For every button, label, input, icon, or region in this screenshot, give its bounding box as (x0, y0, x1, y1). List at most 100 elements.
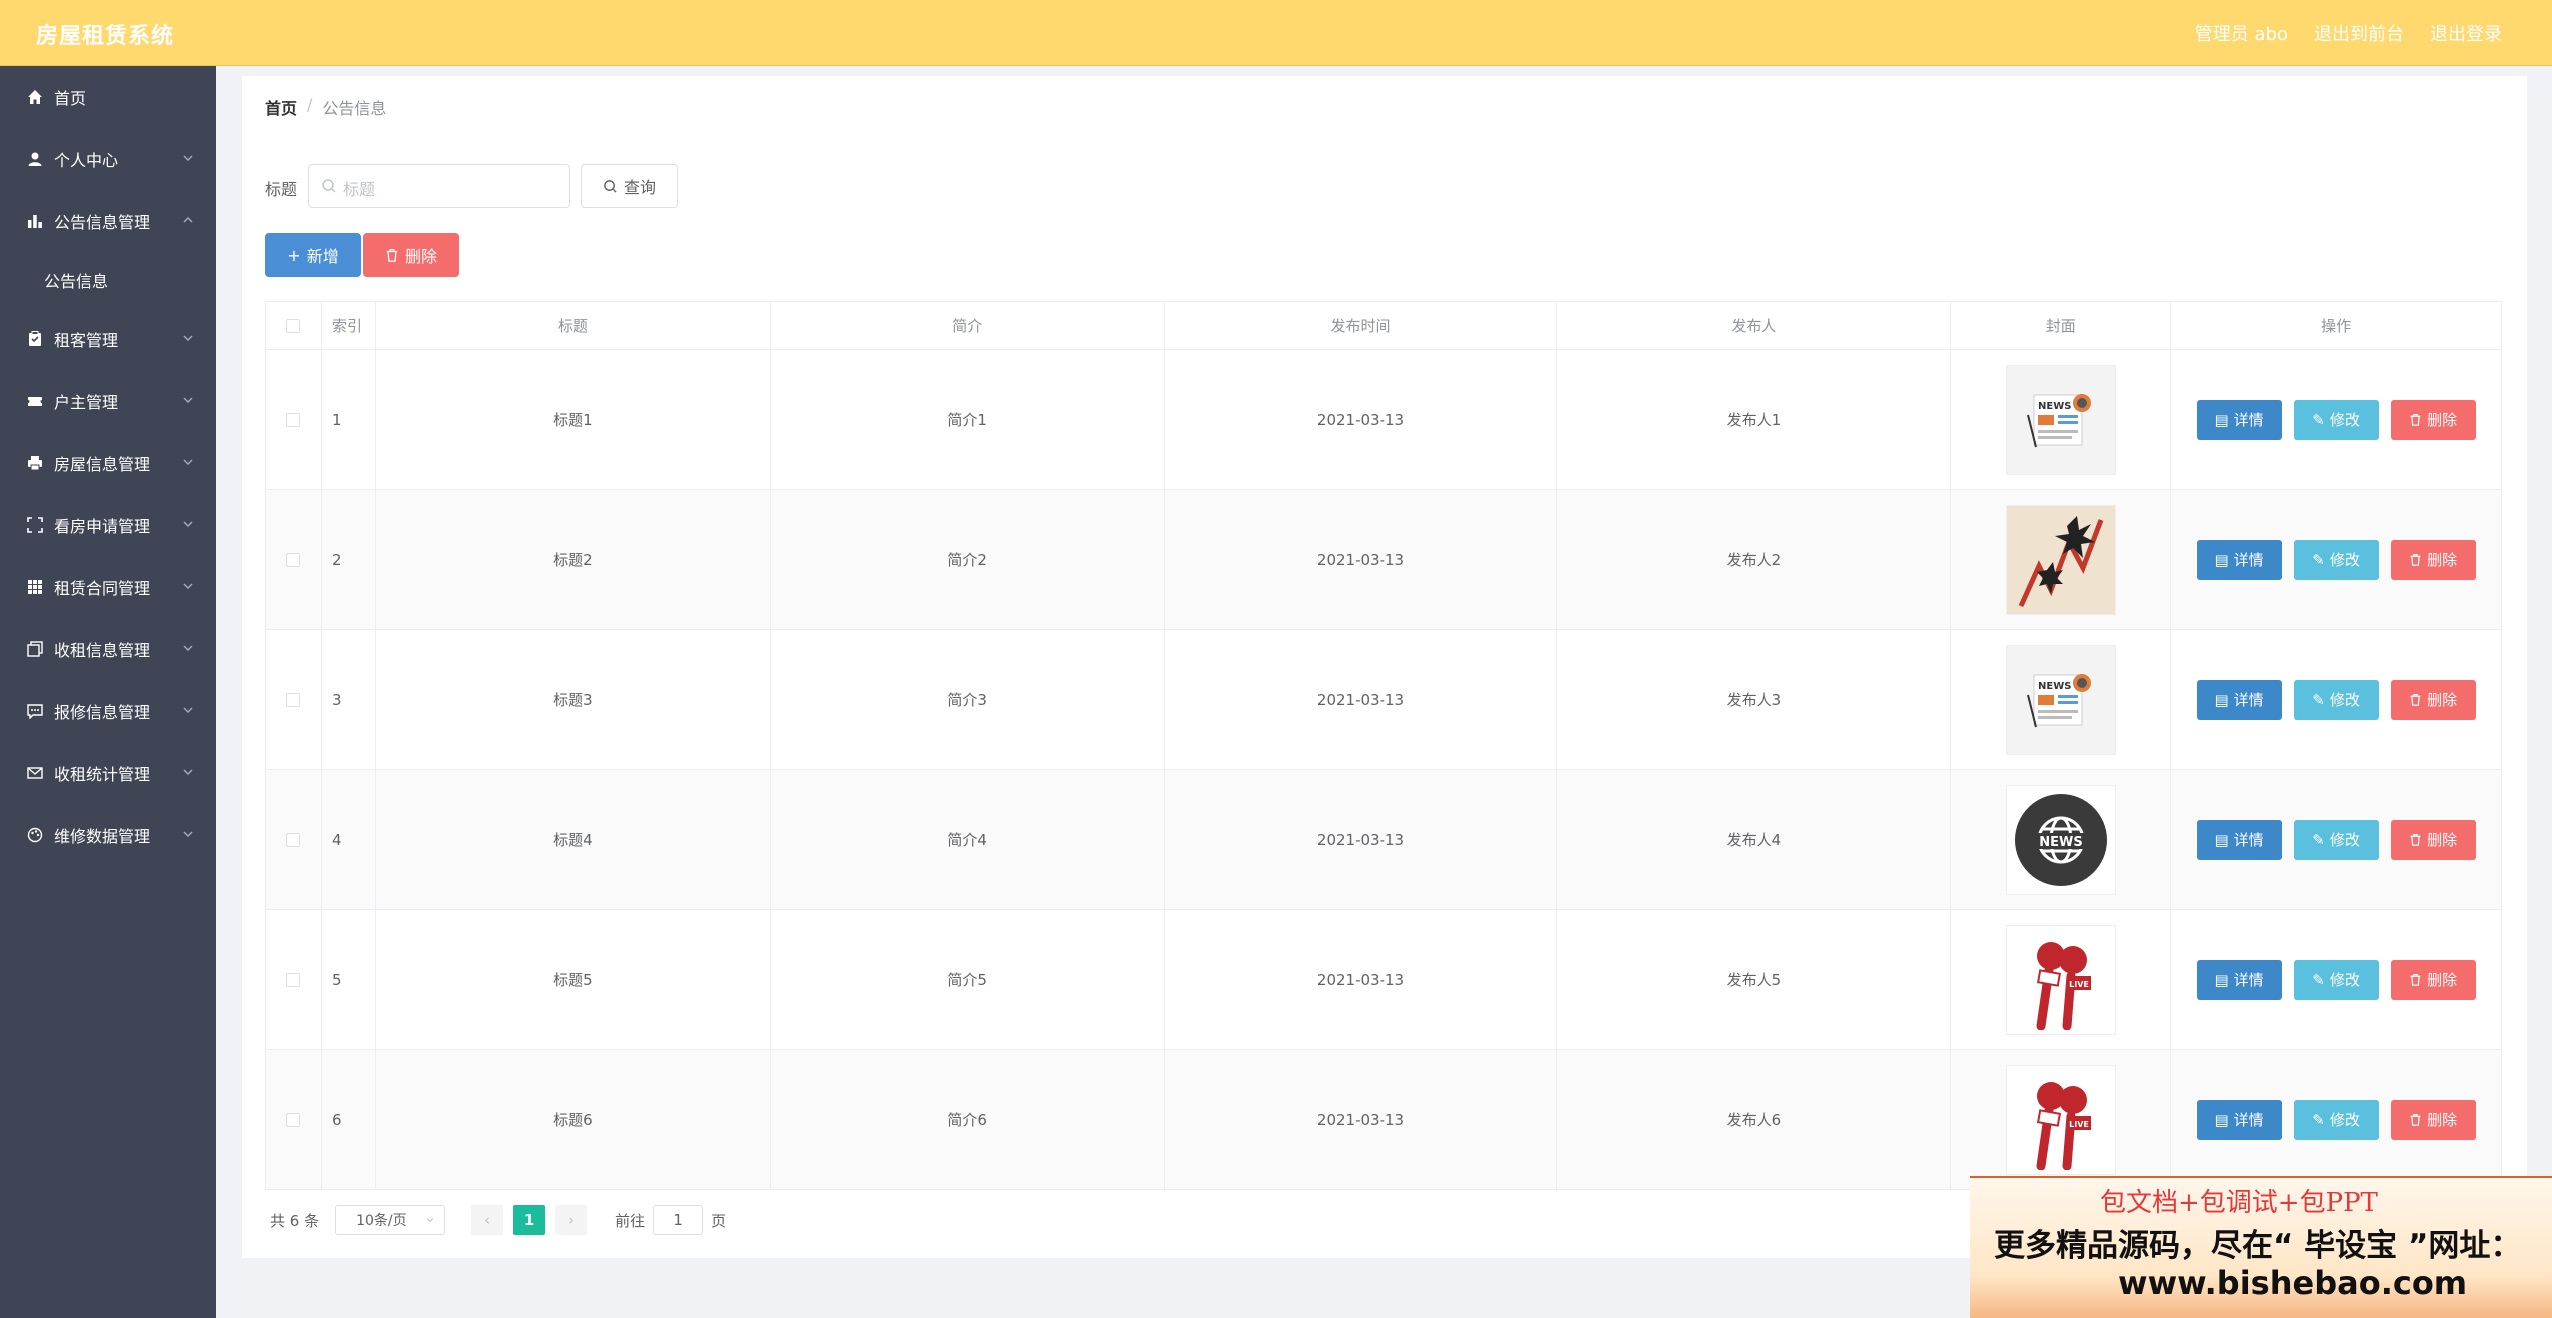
cell-operations: ▤ 详情 ✎ 修改 删除 (2171, 490, 2503, 629)
edit-button[interactable]: ✎ 修改 (2293, 539, 2379, 580)
edit-label: 修改 (2329, 411, 2360, 429)
table-row: 6 标题6 简介6 2021-03-13 发布人6 LIVE ▤ 详情 ✎ 修改 删… (266, 1050, 2503, 1190)
clipboard-icon (26, 330, 44, 348)
search-placeholder: 标题 (343, 180, 376, 199)
delete-button[interactable]: 删除 (2390, 399, 2476, 440)
trash-icon (2410, 834, 2421, 846)
cell-title: 标题2 (376, 490, 771, 629)
grid-icon (26, 578, 44, 596)
cell-index: 4 (322, 770, 376, 909)
chevron-down-icon (183, 397, 193, 403)
sidebar-item-notice-mgmt[interactable]: 公告信息管理 (0, 190, 216, 252)
row-checkbox[interactable] (286, 692, 301, 707)
admin-label: 管理员 abo (2194, 24, 2288, 45)
row-checkbox[interactable] (286, 972, 301, 987)
chevron-left-icon: ‹ (484, 1211, 491, 1229)
table-row: 4 标题4 简介4 2021-03-13 发布人4 NEWS ▤ 详情 ✎ 修改 删… (266, 770, 2503, 910)
cell-intro: 简介5 (771, 910, 1165, 1049)
sidebar-item-owner-mgmt[interactable]: 户主管理 (0, 370, 216, 432)
delete-label: 删除 (2427, 691, 2458, 709)
edit-button[interactable]: ✎ 修改 (2293, 819, 2379, 860)
sidebar-item-viewing-mgmt[interactable]: 看房申请管理 (0, 494, 216, 556)
search-icon (604, 179, 617, 193)
detail-button[interactable]: ▤ 详情 (2196, 539, 2282, 580)
cell-index: 3 (322, 630, 376, 769)
chevron-down-icon (183, 831, 193, 837)
search-title-input[interactable]: 标题 (308, 164, 570, 208)
sidebar-item-rent-stats-mgmt[interactable]: 收租统计管理 (0, 742, 216, 804)
detail-button[interactable]: ▤ 详情 (2196, 819, 2282, 860)
promo-line-2: 更多精品源码，尽在“ 毕设宝 ”网址： (1994, 1228, 2522, 1264)
detail-button[interactable]: ▤ 详情 (2196, 1099, 2282, 1140)
goto-front-link[interactable]: 退出到前台 (2314, 20, 2404, 46)
edit-button[interactable]: ✎ 修改 (2293, 399, 2379, 440)
cell-cover (1951, 490, 2172, 629)
row-checkbox[interactable] (286, 1112, 301, 1127)
chevron-down-icon (183, 459, 193, 465)
sidebar-item-repair-info-mgmt[interactable]: 报修信息管理 (0, 680, 216, 742)
pencil-icon: ✎ (2312, 830, 2325, 849)
pencil-icon: ✎ (2312, 690, 2325, 709)
sidebar-item-repair-data-mgmt[interactable]: 维修数据管理 (0, 804, 216, 866)
trash-icon (2410, 414, 2421, 426)
sidebar-item-rent-info-mgmt[interactable]: 收租信息管理 (0, 618, 216, 680)
page-size-select[interactable]: 10条/页 (335, 1205, 446, 1235)
sidebar-item-tenant-mgmt[interactable]: 租客管理 (0, 308, 216, 370)
row-checkbox[interactable] (286, 832, 301, 847)
cell-index: 5 (322, 910, 376, 1049)
cell-time: 2021-03-13 (1165, 630, 1558, 769)
sidebar-item-contract-mgmt[interactable]: 租赁合同管理 (0, 556, 216, 618)
header-author: 发布人 (1557, 302, 1952, 349)
cell-time: 2021-03-13 (1165, 490, 1558, 629)
chevron-down-icon (426, 1218, 434, 1223)
row-select (266, 910, 322, 1049)
page-number-current[interactable]: 1 (513, 1205, 546, 1235)
delete-button[interactable]: 删除 (2390, 679, 2476, 720)
delete-button[interactable]: 删除 (2390, 819, 2476, 860)
query-button[interactable]: 查询 (581, 164, 678, 208)
header-actions: 操作 (2171, 302, 2503, 349)
svg-text:NEWS: NEWS (2038, 681, 2071, 692)
select-all-checkbox[interactable] (286, 318, 301, 333)
detail-button[interactable]: ▤ 详情 (2196, 399, 2282, 440)
edit-button[interactable]: ✎ 修改 (2293, 679, 2379, 720)
chevron-right-icon: › (568, 1211, 575, 1229)
mail-icon (26, 764, 44, 782)
cell-cover: NEWS (1951, 770, 2172, 909)
chevron-up-icon (183, 217, 193, 223)
delete-button[interactable]: 删除 (2390, 959, 2476, 1000)
trash-icon (386, 249, 398, 262)
next-page-button[interactable]: › (555, 1205, 588, 1235)
breadcrumb-home[interactable]: 首页 (265, 95, 297, 119)
sidebar-item-house-mgmt[interactable]: 房屋信息管理 (0, 432, 216, 494)
prev-page-button[interactable]: ‹ (471, 1205, 504, 1235)
detail-label: 详情 (2233, 1111, 2264, 1129)
cell-intro: 简介2 (771, 490, 1165, 629)
sidebar-item-home[interactable]: 首页 (0, 66, 216, 128)
sidebar-item-personal[interactable]: 个人中心 (0, 128, 216, 190)
delete-button[interactable]: 删除 (2390, 1099, 2476, 1140)
detail-button[interactable]: ▤ 详情 (2196, 679, 2282, 720)
add-button[interactable]: + 新增 (265, 233, 361, 277)
document-icon: ▤ (2214, 690, 2229, 709)
delete-button[interactable]: 删除 (2390, 539, 2476, 580)
sidebar-subitem-notice[interactable]: 公告信息 (0, 252, 216, 308)
ticket-icon (26, 392, 44, 410)
svg-text:LIVE: LIVE (2069, 980, 2089, 989)
chat-icon (26, 702, 44, 720)
row-checkbox[interactable] (286, 412, 301, 427)
cover-image-newspaper: NEWS (2005, 364, 2116, 475)
table-row: 3 标题3 简介3 2021-03-13 发布人3 NEWS ▤ 详情 ✎ 修改 删… (266, 630, 2503, 770)
table-row: 2 标题2 简介2 2021-03-13 发布人2 ▤ 详情 ✎ 修改 删除 (266, 490, 2503, 630)
cell-author: 发布人1 (1557, 350, 1952, 489)
goto-page-input[interactable]: 1 (653, 1205, 704, 1235)
edit-button[interactable]: ✎ 修改 (2293, 1099, 2379, 1140)
detail-button[interactable]: ▤ 详情 (2196, 959, 2282, 1000)
cell-author: 发布人4 (1557, 770, 1952, 909)
chevron-down-icon (183, 707, 193, 713)
logout-link[interactable]: 退出登录 (2430, 20, 2502, 46)
row-checkbox[interactable] (286, 552, 301, 567)
edit-button[interactable]: ✎ 修改 (2293, 959, 2379, 1000)
sidebar-item-label: 个人中心 (54, 151, 119, 170)
batch-delete-button[interactable]: 删除 (363, 233, 459, 277)
